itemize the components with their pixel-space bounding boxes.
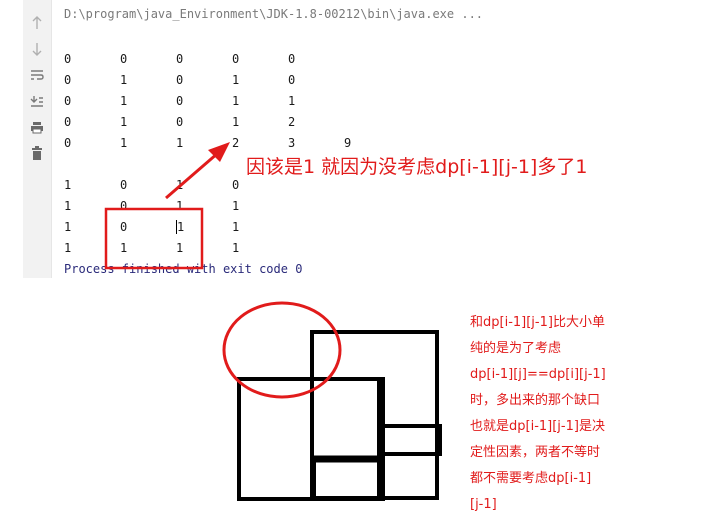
note-line: 和dp[i-1][j-1]比大小单: [470, 315, 605, 330]
note-line: 都不需要考虑dp[i-1]: [470, 471, 592, 486]
note-line: 也就是dp[i-1][j-1]是决: [470, 419, 605, 434]
red-arrow-icon: [165, 142, 230, 200]
note-line: dp[i-1][j]==dp[i][j-1]: [470, 367, 606, 382]
note-line: 定性因素，两者不等时: [470, 445, 601, 460]
note-line: 纯的是为了考虑: [470, 341, 562, 356]
highlight-circle: [222, 301, 342, 399]
note-line: 时，多出来的那个缺口: [470, 393, 601, 408]
highlight-box: [104, 207, 204, 270]
note-line: [j-1]: [470, 497, 497, 512]
explanation-note: 和dp[i-1][j-1]比大小单 纯的是为了考虑 dp[i-1][j]==dp…: [470, 310, 640, 518]
